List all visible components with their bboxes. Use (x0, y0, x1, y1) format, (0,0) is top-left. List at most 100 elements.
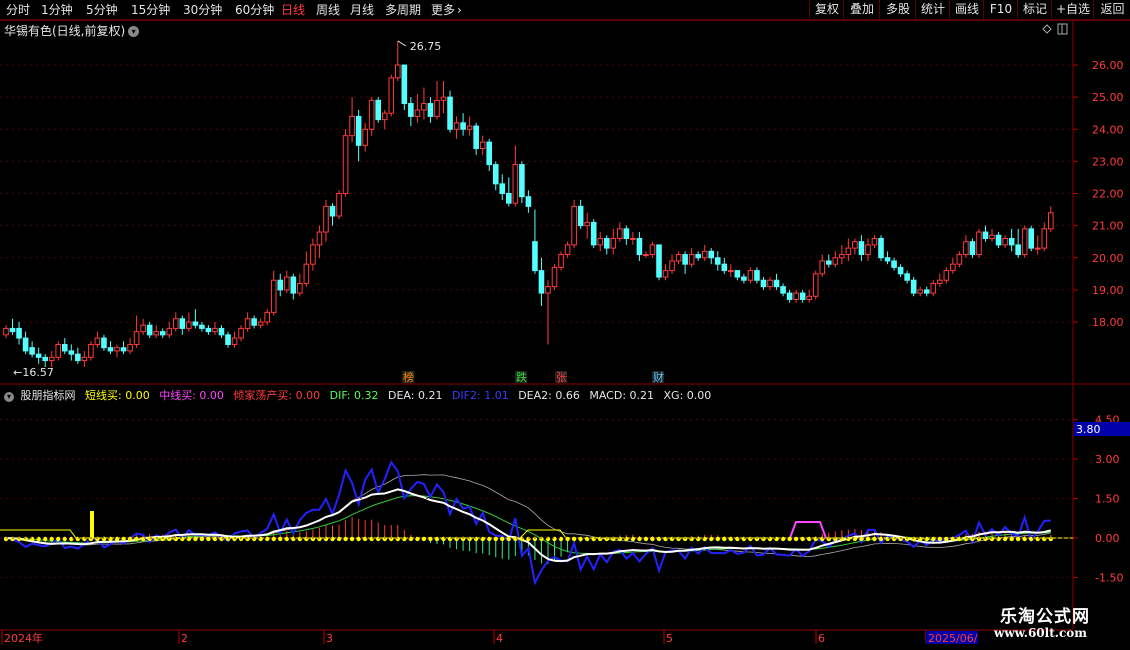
xg-dot (656, 536, 662, 542)
xg-dot (846, 536, 851, 542)
xg-dot (153, 536, 159, 542)
time-label: 6 (818, 632, 825, 645)
xg-dot (251, 536, 257, 542)
candle-body (159, 331, 166, 336)
time-label: 2 (181, 632, 188, 645)
xg-dot (317, 536, 322, 542)
diamond-icon[interactable] (1042, 24, 1052, 34)
candle-body (421, 103, 427, 111)
xg-dot (630, 536, 636, 542)
candle-body (186, 321, 192, 329)
xg-dot (500, 536, 505, 542)
xg-dot (519, 536, 525, 542)
candle-body (590, 221, 597, 246)
xg-dot (839, 536, 845, 542)
candle-body (878, 237, 884, 259)
candle-body (205, 327, 212, 333)
xg-dot (441, 536, 446, 542)
xg-dot (689, 536, 694, 542)
xg-dot (467, 536, 472, 542)
watermark-url: www.60lt.com (994, 626, 1087, 640)
xg-dot (42, 536, 48, 542)
candle-body (786, 292, 793, 301)
legend-xg: XG: 0.00 (663, 389, 712, 402)
candle-body (708, 250, 715, 259)
candle-body (1034, 247, 1041, 250)
settings-icon[interactable]: ▾ (4, 392, 14, 402)
xg-dot (944, 536, 949, 542)
candle-body (16, 327, 22, 339)
xg-dot (643, 536, 649, 542)
xg-dot (957, 536, 962, 542)
xg-dot (780, 536, 786, 542)
xg-dot (330, 536, 335, 542)
xg-dot (304, 536, 309, 542)
xg-dot (532, 536, 538, 542)
price-label: 25.00 (1092, 91, 1124, 104)
candle-body (636, 237, 643, 256)
legend-dea2: DEA2: 0.66 (518, 389, 580, 402)
xg-dot (787, 536, 792, 542)
xg-dot (1048, 536, 1054, 542)
xg-dot (238, 536, 244, 542)
candle-body (884, 257, 891, 262)
legend-dif2: DIF2: 1.01 (451, 389, 509, 402)
kline-chart[interactable]: 26.0025.0024.0023.0022.0021.0020.0019.00… (0, 0, 1130, 650)
candle-body (643, 254, 649, 257)
candle-body (133, 331, 140, 345)
xg-dot (447, 536, 453, 542)
candle-body (662, 270, 669, 278)
price-label: 22.00 (1092, 188, 1124, 201)
candle-body (381, 112, 388, 121)
candle-body (349, 115, 355, 137)
xg-dot (682, 536, 688, 542)
xg-dot (663, 536, 668, 542)
xg-dot (650, 536, 655, 542)
window-icon[interactable] (1057, 23, 1068, 35)
time-label: 3 (326, 632, 333, 645)
candle-body (728, 270, 734, 273)
xg-dot (813, 536, 818, 542)
xg-dot (859, 536, 864, 542)
candle-body (225, 334, 231, 345)
xg-dot (297, 536, 303, 542)
xg-dot (258, 536, 263, 542)
watermark: 乐淘公式网 www.60lt.com (972, 602, 1122, 644)
candle-body (479, 141, 486, 150)
price-axis: 26.00 25.00 24.00 23.00 22.00 21.00 20.00 19.00… (1073, 59, 1124, 329)
candle-body (610, 237, 617, 249)
xg-dot (931, 536, 936, 542)
xg-dot (402, 536, 407, 542)
candle-body (3, 327, 9, 336)
xg-dot (526, 536, 531, 542)
xg-dot (271, 536, 276, 542)
xg-dot (29, 536, 35, 542)
xg-dot (408, 536, 414, 542)
xg-dot (225, 536, 231, 542)
candle-body (506, 193, 512, 204)
candle-body (695, 254, 701, 259)
indicator-name[interactable]: 股朋指标网 (21, 389, 76, 402)
candle-body (75, 353, 81, 362)
indicator-axis-label: -1.50 (1095, 571, 1123, 584)
xg-dot (473, 536, 479, 542)
indicator-axis: 4.503.001.500.00-1.503.80 (0, 414, 1130, 584)
candle-body (871, 237, 878, 246)
candle-body (701, 250, 708, 259)
xg-dot (460, 536, 466, 542)
candle-body (499, 183, 506, 195)
xg-dot (911, 536, 916, 542)
candle-body (799, 292, 806, 301)
candle-body (238, 327, 244, 339)
xg-dot (160, 536, 165, 542)
candle-body (1015, 244, 1021, 256)
xg-dot (820, 536, 825, 542)
candle-body (545, 286, 551, 294)
candle-body (414, 109, 421, 117)
xg-dot (173, 536, 178, 542)
candle-body (714, 257, 721, 265)
xg-dot (584, 536, 590, 542)
candle-body (395, 64, 401, 79)
xg-dot (493, 536, 498, 542)
xg-dot (591, 536, 596, 542)
